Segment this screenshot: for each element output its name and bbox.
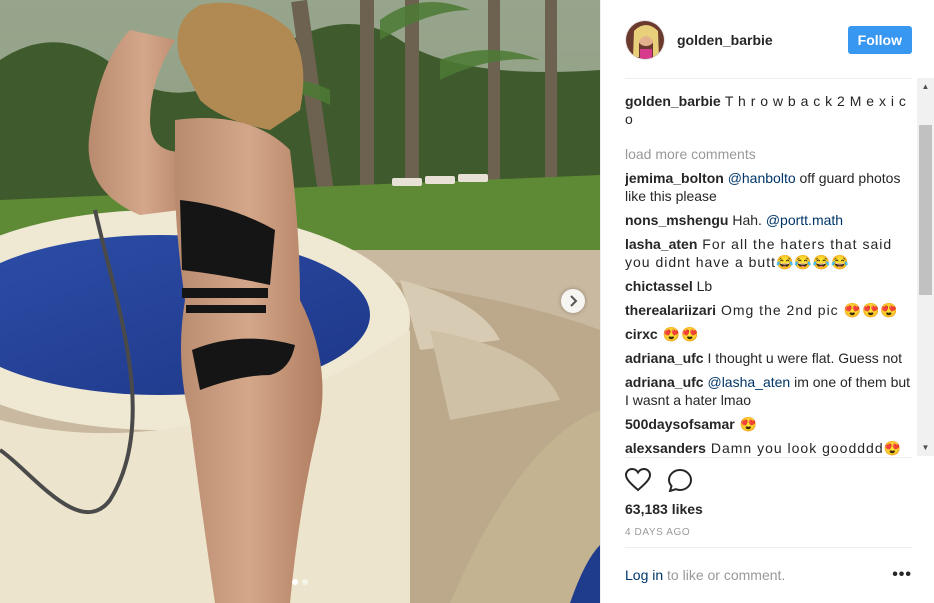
avatar-image [626, 21, 664, 59]
comment-username[interactable]: adriana_ufc [625, 374, 704, 390]
list-item: adriana_ufc @lasha_aten im one of them b… [625, 373, 915, 409]
avatar[interactable] [625, 20, 665, 60]
divider [625, 457, 912, 458]
comment-text: 😍 [734, 416, 759, 432]
divider [625, 547, 912, 548]
list-item: therealariizari Omg the 2nd pic 😍😍😍 [625, 301, 915, 319]
post-side-panel: golden_barbie Follow golden_barbie T h r… [600, 0, 934, 603]
comment-text: Lb [692, 278, 713, 294]
scrollbar-thumb[interactable] [919, 125, 932, 295]
login-link[interactable]: Log in [625, 567, 663, 583]
comment-username[interactable]: therealariizari [625, 302, 716, 318]
list-item: jemima_bolton @hanbolto off guard photos… [625, 169, 915, 205]
scroll-up-arrow-icon[interactable]: ▲ [917, 78, 934, 95]
caption-username[interactable]: golden_barbie [625, 93, 721, 109]
comment-username[interactable]: adriana_ufc [625, 350, 704, 366]
comment-username[interactable]: nons_mshengu [625, 212, 728, 228]
chevron-right-icon [570, 295, 578, 307]
comment-username[interactable]: alexsanders [625, 440, 706, 456]
likes-count[interactable]: 63,183 likes [625, 501, 703, 517]
scroll-down-arrow-icon[interactable]: ▼ [917, 439, 934, 456]
comments-list[interactable]: golden_barbie T h r o w b a c k 2 M e x … [625, 88, 915, 456]
list-item: cirxc 😍😍 [625, 325, 915, 343]
comment-text: I thought u were flat. Guess not [703, 350, 903, 366]
heart-icon [625, 468, 651, 492]
list-item: chictassel Lb [625, 277, 915, 295]
comment-username[interactable]: 500daysofsamar [625, 416, 735, 432]
post-timestamp[interactable]: 4 DAYS AGO [625, 527, 690, 538]
carousel-dot [302, 579, 308, 585]
comment-text: Omg the 2nd pic 😍😍😍 [716, 302, 899, 318]
comment-text: 😍😍 [657, 326, 700, 342]
comment-text: Hah. [728, 212, 766, 228]
carousel-next-button[interactable] [561, 289, 585, 313]
comment-username[interactable]: cirxc [625, 326, 658, 342]
comment-mention[interactable]: @portt.math [766, 212, 843, 228]
list-item: alexsanders Damn you look goodddd😍😍 [625, 439, 915, 456]
post-caption: golden_barbie T h r o w b a c k 2 M e x … [625, 92, 915, 128]
like-button[interactable] [625, 467, 651, 493]
comment-username[interactable]: lasha_aten [625, 236, 697, 252]
comments-scrollbar[interactable]: ▲ ▼ [917, 78, 934, 456]
list-item: nons_mshengu Hah. @portt.math [625, 211, 915, 229]
carousel-indicators [0, 579, 600, 585]
list-item: 500daysofsamar 😍 [625, 415, 915, 433]
carousel-dot-active [292, 579, 298, 585]
load-more-comments-link[interactable]: load more comments [625, 145, 915, 163]
instagram-post-modal: golden_barbie Follow golden_barbie T h r… [0, 0, 934, 603]
comment-mention[interactable]: @lasha_aten [707, 374, 790, 390]
comment-mention[interactable]: @hanbolto [728, 170, 796, 186]
photo-illustration [0, 0, 600, 603]
post-header: golden_barbie Follow [625, 18, 912, 62]
comment-username[interactable]: chictassel [625, 278, 693, 294]
list-item: adriana_ufc I thought u were flat. Guess… [625, 349, 915, 367]
comment-button[interactable] [667, 467, 693, 493]
post-actions [625, 467, 693, 495]
comment-username[interactable]: jemima_bolton [625, 170, 724, 186]
post-photo[interactable] [0, 0, 600, 603]
login-prompt: Log in to like or comment. ••• [625, 567, 912, 584]
list-item: lasha_aten For all the haters that said … [625, 235, 915, 271]
follow-button[interactable]: Follow [847, 26, 912, 54]
login-prompt-text: to like or comment. [663, 567, 786, 583]
header-username[interactable]: golden_barbie [677, 32, 848, 48]
divider [625, 78, 912, 79]
comment-bubble-icon [667, 468, 693, 492]
more-options-button[interactable]: ••• [892, 567, 912, 583]
